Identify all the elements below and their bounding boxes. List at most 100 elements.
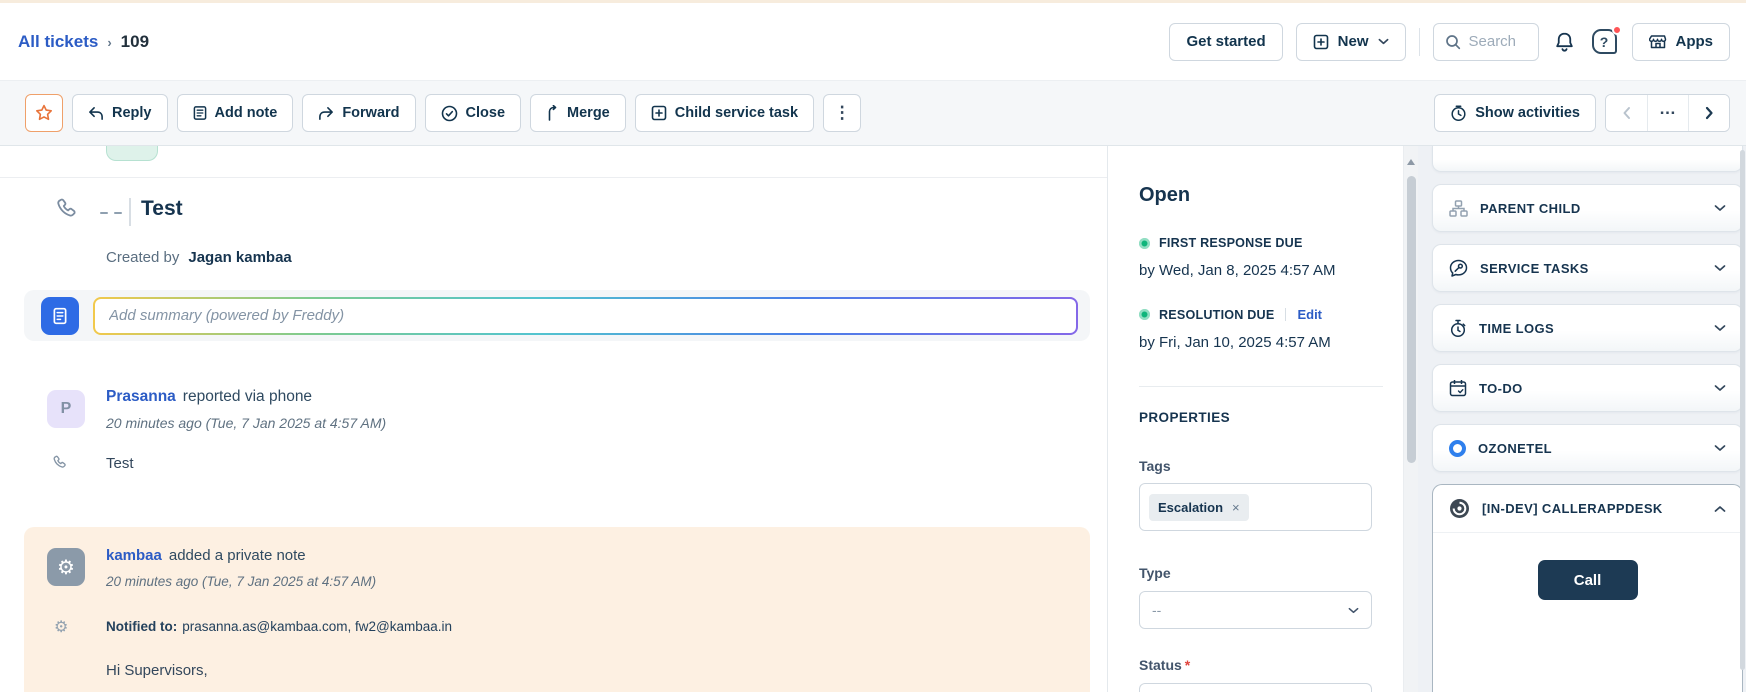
- widget-card-partial[interactable]: [1432, 146, 1743, 172]
- star-icon: [34, 103, 54, 123]
- help-notification-dot: [1612, 25, 1622, 35]
- summary-gradient-border: [93, 297, 1078, 335]
- gear-icon: ⚙: [57, 555, 75, 580]
- callerappdesk-header[interactable]: [IN-DEV] CALLERAPPDESK: [1433, 485, 1742, 533]
- notifications-bell-icon[interactable]: [1552, 29, 1577, 55]
- chevron-right-icon: [1705, 106, 1714, 120]
- message-body: Test: [106, 455, 134, 472]
- forward-button[interactable]: Forward: [302, 94, 415, 132]
- activity-clock-icon: [1450, 105, 1467, 122]
- close-ticket-button[interactable]: Close: [425, 94, 522, 132]
- widget-to-do[interactable]: TO-DO: [1432, 364, 1743, 412]
- next-ticket-button[interactable]: [1688, 95, 1729, 131]
- plus-square-icon: [1313, 34, 1329, 50]
- search-input[interactable]: [1469, 33, 1527, 50]
- type-select[interactable]: --: [1139, 591, 1372, 629]
- title-divider: [129, 198, 131, 226]
- conversation-divider: [0, 177, 1107, 178]
- system-avatar[interactable]: ⚙: [47, 548, 85, 586]
- search-icon: [1445, 34, 1461, 50]
- apps-button[interactable]: Apps: [1632, 23, 1731, 61]
- note-body: Hi Supervisors,: [106, 662, 208, 679]
- gear-icon: ⚙: [54, 617, 68, 637]
- breadcrumb-all-tickets-link[interactable]: All tickets: [18, 32, 98, 52]
- ozonetel-ring-icon: [1449, 440, 1466, 457]
- merge-button[interactable]: Merge: [530, 94, 626, 132]
- plus-square-icon: [651, 105, 667, 121]
- chevron-down-icon: [1348, 601, 1359, 619]
- scrollbar-thumb[interactable]: [1407, 176, 1416, 463]
- callerappdesk-icon: [1449, 498, 1470, 519]
- tags-label: Tags: [1139, 458, 1171, 474]
- sla-green-dot-icon: [1139, 309, 1150, 320]
- show-activities-button[interactable]: Show activities: [1434, 94, 1596, 132]
- ticket-action-toolbar: Reply Add note Forward Close Merge: [0, 80, 1746, 146]
- ticket-pager: …: [1605, 94, 1730, 132]
- author-link[interactable]: Prasanna: [106, 388, 176, 405]
- marketplace-storefront-icon: [1649, 33, 1667, 50]
- remove-tag-icon[interactable]: ×: [1232, 500, 1240, 515]
- phone-channel-icon: [55, 196, 82, 228]
- content-area: Test Created byJagan kambaa P Prasannare…: [0, 146, 1746, 692]
- note-document-icon: [193, 105, 207, 121]
- get-started-button[interactable]: Get started: [1169, 23, 1282, 61]
- properties-section-title: PROPERTIES: [1139, 410, 1230, 425]
- author-link[interactable]: kambaa: [106, 547, 162, 564]
- tags-field[interactable]: Escalation ×: [1139, 483, 1372, 531]
- add-note-button[interactable]: Add note: [177, 94, 294, 132]
- kebab-menu-icon: ⋮: [834, 103, 851, 123]
- widget-ozonetel[interactable]: OZONETEL: [1432, 424, 1743, 472]
- message-timestamp: 20 minutes ago (Tue, 7 Jan 2025 at 4:57 …: [106, 415, 386, 431]
- ticket-status-heading: Open: [1139, 184, 1190, 207]
- scrolled-tag-chip-partial: [106, 146, 158, 161]
- page-scrollbar-thumb[interactable]: [1740, 150, 1745, 670]
- first-response-due: by Wed, Jan 8, 2025 4:57 AM: [1139, 262, 1336, 279]
- type-label: Type: [1139, 565, 1171, 581]
- panel-scrollbar: [1403, 146, 1418, 692]
- status-select[interactable]: [1139, 683, 1372, 692]
- required-asterisk: *: [1185, 657, 1190, 673]
- chevron-left-icon: [1622, 106, 1631, 120]
- add-summary-input[interactable]: [95, 299, 1076, 333]
- forward-arrow-icon: [318, 106, 334, 121]
- child-service-task-button[interactable]: Child service task: [635, 94, 814, 132]
- previous-ticket-button[interactable]: [1606, 95, 1647, 131]
- note-timestamp: 20 minutes ago (Tue, 7 Jan 2025 at 4:57 …: [106, 574, 376, 589]
- call-button[interactable]: Call: [1538, 560, 1638, 600]
- apps-widgets-panel: PARENT CHILD SERVICE TASKS TIME LOGS: [1418, 146, 1746, 692]
- chevron-down-icon: [1714, 444, 1726, 452]
- avatar[interactable]: P: [47, 390, 85, 428]
- favorite-star-button[interactable]: [25, 94, 63, 132]
- chevron-down-icon: [1714, 384, 1726, 392]
- header-actions: Get started New: [1169, 23, 1730, 61]
- widget-time-logs[interactable]: TIME LOGS: [1432, 304, 1743, 352]
- phone-icon: [52, 454, 70, 477]
- search-box[interactable]: [1433, 23, 1539, 61]
- pager-more-button[interactable]: …: [1647, 95, 1688, 131]
- breadcrumb: All tickets › 109: [18, 32, 149, 52]
- message-header: Prasannareported via phone: [106, 388, 312, 406]
- chevron-down-icon: [1714, 204, 1726, 212]
- more-actions-button[interactable]: ⋮: [823, 94, 861, 132]
- chevron-down-icon: [1714, 324, 1726, 332]
- freddy-summary-icon[interactable]: [41, 297, 79, 335]
- widget-service-tasks[interactable]: SERVICE TASKS: [1432, 244, 1743, 292]
- requester-name[interactable]: Jagan kambaa: [188, 249, 291, 266]
- private-note-card: ⚙ kambaaadded a private note 20 minutes …: [24, 527, 1090, 692]
- chevron-down-icon: [1378, 38, 1389, 45]
- new-button[interactable]: New: [1296, 23, 1406, 61]
- chevron-up-icon: [1714, 505, 1726, 513]
- help-icon[interactable]: ?: [1590, 27, 1619, 56]
- header-divider: [1419, 28, 1420, 56]
- collapse-dashes-icon[interactable]: [100, 212, 122, 214]
- ellipsis-icon: …: [1659, 104, 1677, 122]
- reply-button[interactable]: Reply: [72, 94, 168, 132]
- freddy-summary-container: [24, 290, 1090, 341]
- created-by-line: Created byJagan kambaa: [106, 249, 292, 266]
- edit-sla-link[interactable]: Edit: [1297, 307, 1322, 322]
- widget-callerappdesk: [IN-DEV] CALLERAPPDESK Call: [1432, 484, 1743, 692]
- notified-recipients: prasanna.as@kambaa.com, fw2@kambaa.in: [182, 619, 452, 634]
- scroll-up-arrow-icon[interactable]: [1407, 159, 1415, 165]
- widget-parent-child[interactable]: PARENT CHILD: [1432, 184, 1743, 232]
- conversation-panel: Test Created byJagan kambaa P Prasannare…: [0, 146, 1108, 692]
